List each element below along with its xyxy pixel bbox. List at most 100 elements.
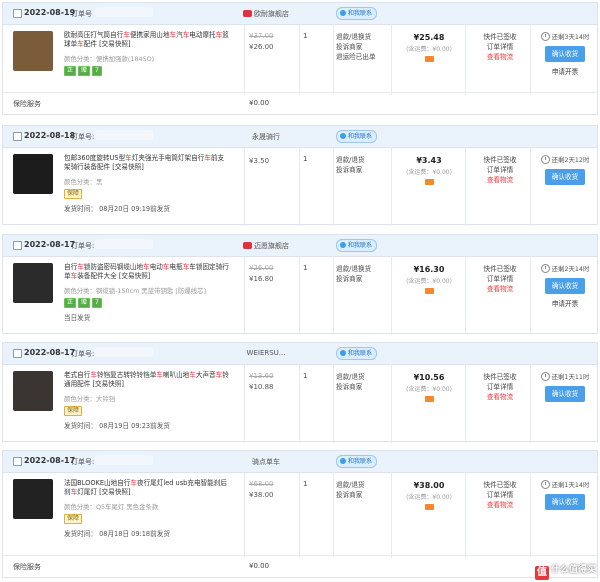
ship-time: 发货时间： 08月20日 09:19前发货: [64, 205, 170, 213]
shop-name-text[interactable]: 永晟骑行: [252, 133, 280, 141]
shop-name-text[interactable]: 骑点单车: [252, 458, 280, 466]
contact-seller-button[interactable]: 和我联系: [336, 7, 378, 20]
shop-name[interactable]: 迈愿旗舰店: [221, 241, 311, 251]
product-thumbnail[interactable]: [13, 263, 53, 303]
order-checkbox[interactable]: [13, 9, 22, 18]
shop-name-text[interactable]: 欧耐旗舰店: [254, 10, 289, 18]
shop-name[interactable]: 欧耐旗舰店: [221, 9, 311, 19]
order-detail-link[interactable]: 订单详情: [469, 165, 531, 175]
confirm-receipt-button[interactable]: 确认收货: [545, 169, 585, 185]
shop-name-text[interactable]: WEIERSU...: [247, 349, 286, 357]
confirm-receipt-button[interactable]: 确认收货: [545, 386, 585, 402]
contact-seller-button[interactable]: 和我联系: [336, 239, 378, 252]
product-thumbnail[interactable]: [13, 371, 53, 411]
ship-time: 发货时间： 08月18日 09:18前发货: [64, 530, 170, 538]
after-sale-link[interactable]: 投诉商家: [336, 165, 394, 175]
original-price: ¥68.00: [249, 480, 274, 488]
confirm-receipt-button[interactable]: 确认收货: [545, 494, 585, 510]
order-detail-link[interactable]: 订单详情: [469, 274, 531, 284]
shop-name[interactable]: WEIERSU...: [221, 349, 311, 357]
order-checkbox[interactable]: [13, 241, 22, 250]
confirm-receipt-button[interactable]: 确认收货: [545, 46, 585, 62]
shop-name-text[interactable]: 迈愿旗舰店: [254, 242, 289, 250]
after-sale-link[interactable]: 退款/退货: [336, 480, 394, 490]
after-sale-link[interactable]: 退款/退货: [336, 372, 394, 382]
shop-name[interactable]: 骑点单车: [221, 457, 311, 467]
remaining-time-text: 还剩2天12时: [551, 156, 590, 164]
order-checkbox[interactable]: [13, 132, 22, 141]
shop-name[interactable]: 永晟骑行: [221, 132, 311, 142]
contact-seller-button[interactable]: 和我联系: [336, 455, 378, 468]
after-sale-link[interactable]: 退款/退换货: [336, 264, 394, 274]
after-sale-link[interactable]: 投诉商家: [336, 42, 394, 52]
contact-seller-button[interactable]: 和我联系: [336, 130, 378, 143]
order-detail-link[interactable]: 订单详情: [469, 490, 531, 500]
logistics-link[interactable]: 查看物流: [469, 52, 531, 62]
insurance-row: 保险服务 ¥0.00: [3, 92, 597, 114]
order-detail-link[interactable]: 订单详情: [469, 382, 531, 392]
logistics-link[interactable]: 查看物流: [469, 284, 531, 294]
chat-icon: [340, 350, 346, 356]
after-sale-link[interactable]: 退款/退换货: [336, 32, 394, 42]
after-sale-link[interactable]: 投诉商家: [336, 490, 394, 500]
apply-invoice-link[interactable]: 申请开票: [534, 66, 596, 76]
product-title-link[interactable]: 自行车锁防盗密码钢缆山地车电动车电瓶车车锁固定骑行单车装备配件大全 [交易快照]: [64, 263, 230, 281]
column-divider: [244, 147, 245, 226]
order-card: 2022-08-17 订单号: WEIERSU... 和我联系 老式自行车铃铛复古转铃铃…: [2, 342, 598, 443]
service-tag: 正: [64, 298, 77, 308]
total-amount: ¥38.00: [413, 481, 445, 490]
remaining-time-text: 还剩1天14时: [551, 481, 590, 489]
column-divider: [333, 147, 334, 226]
insurance-row: 保险服务 ¥0.00: [3, 555, 597, 577]
column-divider: [333, 364, 334, 443]
total-amount: ¥3.43: [416, 156, 442, 165]
column-divider: [333, 472, 334, 558]
order-status: 快件已签收 订单详情 查看物流: [469, 264, 531, 294]
product-thumbnail[interactable]: [13, 154, 53, 194]
shipping-fee: (含运费：¥0.00): [406, 278, 452, 285]
service-tag: 7: [92, 298, 102, 308]
after-sale-link[interactable]: 投诉商家: [336, 382, 394, 392]
chat-icon: [340, 242, 346, 248]
chat-icon: [340, 133, 346, 139]
payment-icon: [424, 288, 434, 294]
product-attribute: 颜色分类：大铃铛: [64, 395, 116, 403]
logistics-link[interactable]: 查看物流: [469, 392, 531, 402]
total-amount: ¥25.48: [413, 33, 445, 42]
order-header: 2022-08-19 订单号 欧耐旗舰店 和我联系: [3, 3, 597, 25]
product-title-link[interactable]: 包邮360度旋转US型车灯夹强光手电筒灯架自行车前支架骑行装备配件 [交易快照]: [64, 154, 230, 172]
confirm-receipt-button[interactable]: 确认收货: [545, 278, 585, 294]
order-detail-link[interactable]: 订单详情: [469, 42, 531, 52]
contact-seller-button[interactable]: 和我联系: [336, 347, 378, 360]
order-total: ¥38.00 (含运费：¥0.00): [395, 481, 463, 512]
status-text: 快件已签收: [483, 481, 517, 489]
remaining-time: 还剩1天11时: [534, 372, 596, 381]
order-checkbox[interactable]: [13, 349, 22, 358]
product-title-link[interactable]: 老式自行车铃铛复古转铃铃铛单车喇叭山地车大声音车铃通用配件 [交易快照]: [64, 371, 230, 389]
apply-invoice-link[interactable]: 申请开票: [534, 298, 596, 308]
order-header: 2022-08-17 订单号: 骑点单车 和我联系: [3, 451, 597, 473]
service-tags: 保障: [64, 406, 84, 416]
after-sale-link[interactable]: 投诉商家: [336, 274, 394, 284]
insurance-value: ¥0.00: [249, 562, 270, 570]
service-tag: 7: [92, 66, 102, 76]
order-card: 2022-08-18 订单号: 永晟骑行 和我联系 包邮360度旋转US型车灯夹强光手电…: [2, 125, 598, 226]
order-checkbox[interactable]: [13, 457, 22, 466]
logistics-link[interactable]: 查看物流: [469, 500, 531, 510]
after-sale-links: 退款/退换货 投诉商家: [336, 264, 394, 284]
column-divider: [244, 472, 245, 558]
status-text: 快件已签收: [483, 156, 517, 164]
order-number-label: 订单号: [71, 10, 92, 18]
product-thumbnail[interactable]: [13, 31, 53, 71]
clock-icon: [540, 32, 550, 41]
total-amount: ¥16.30: [413, 265, 445, 274]
after-sale-link[interactable]: 退运险已出单: [336, 52, 394, 62]
product-title-link[interactable]: 欧耐高压打气筒自行车便携家用山地车汽车电动摩托车篮球单车配件 [交易快照]: [64, 31, 230, 49]
column-divider: [333, 24, 334, 95]
product-thumbnail[interactable]: [13, 479, 53, 519]
product-title-link[interactable]: 法国BLOOKE山地自行车夜行尾灯led usb充电智能刹后刹车灯尾灯 [交易快…: [64, 479, 230, 497]
shipping-fee: (含运费：¥0.00): [406, 169, 452, 176]
column-divider: [465, 24, 466, 95]
logistics-link[interactable]: 查看物流: [469, 175, 531, 185]
after-sale-link[interactable]: 退款/退货: [336, 155, 394, 165]
